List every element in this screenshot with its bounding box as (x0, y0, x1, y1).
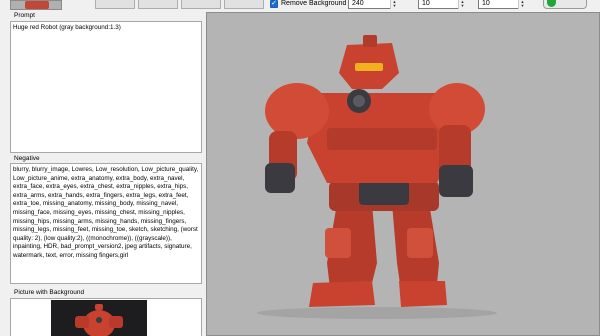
size-spinner[interactable]: ▲ ▼ (390, 0, 398, 9)
offset-y-spinner[interactable]: ▲ ▼ (518, 0, 526, 9)
picture-with-background-preview (10, 298, 202, 336)
prompt-textarea[interactable]: Huge red Robot (gray background:1.3) (10, 21, 202, 153)
prompt-label: Prompt (14, 12, 35, 19)
toolbar-button-2[interactable] (138, 0, 178, 9)
toolbar-button-1[interactable] (95, 0, 135, 9)
generated-image-canvas (206, 12, 600, 336)
offset-x-field-value: 10 (422, 0, 430, 7)
offset-x-spinner[interactable]: ▲ ▼ (458, 0, 466, 9)
offset-y-field-value: 10 (482, 0, 490, 7)
remove-background-label: Remove Background (281, 0, 347, 7)
toolbar-button-4[interactable] (224, 0, 264, 9)
red-robot-image (257, 35, 497, 319)
remove-background-checkbox[interactable]: ✓ (270, 0, 278, 8)
size-field-value: 240 (352, 0, 364, 7)
negative-textarea[interactable]: blurry, blurry_image, Lowres, Low_resolu… (10, 163, 202, 284)
picture-with-background-label: Picture with Background (14, 289, 85, 296)
robot-thumbnail-icon (75, 304, 123, 336)
background-picture (51, 300, 147, 336)
prompt-text: Huge red Robot (gray background:1.3) (13, 24, 121, 31)
toolbar-button-3[interactable] (181, 0, 221, 9)
negative-text: blurry, blurry_image, Lowres, Low_resolu… (13, 166, 199, 259)
prompt-thumbnail[interactable] (10, 0, 62, 10)
negative-label: Negative (14, 155, 40, 162)
run-button[interactable] (543, 0, 587, 9)
